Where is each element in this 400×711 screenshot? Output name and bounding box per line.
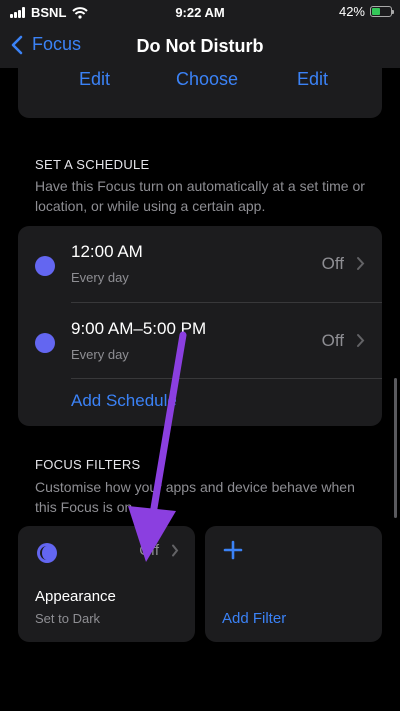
appearance-filter-card[interactable]: Off Appearance Set to Dark [18, 526, 195, 642]
battery-percent: 42% [338, 4, 365, 19]
battery-icon [370, 6, 394, 17]
content-area[interactable]: Edit Choose Edit SET A SCHEDULE Have thi… [0, 68, 400, 711]
filters-description: Customise how your apps and device behav… [35, 479, 355, 515]
appearance-title: Appearance [35, 588, 116, 605]
plus-icon [223, 540, 243, 560]
clock-icon [35, 333, 55, 353]
filters-heading: FOCUS FILTERS [35, 457, 141, 472]
schedule-time: 9:00 AM–5:00 PM [71, 319, 207, 338]
appearance-subtitle: Set to Dark [35, 611, 101, 626]
add-filter-button[interactable]: Add Filter [222, 610, 286, 627]
add-schedule-button[interactable]: Add Schedule [71, 391, 177, 411]
page-title: Do Not Disturb [136, 36, 264, 56]
schedule-time: 12:00 AM [71, 242, 143, 261]
edit-apps-button[interactable]: Edit [297, 69, 328, 90]
schedule-repeat: Every day [71, 270, 129, 285]
row-divider [71, 378, 382, 379]
choose-apps-button[interactable]: Choose [176, 69, 238, 90]
add-filter-card[interactable]: Add Filter [205, 526, 382, 642]
schedule-state: Off [321, 254, 344, 273]
schedule-state: Off [321, 331, 344, 350]
status-right: 42% [338, 4, 394, 19]
clock-icon [35, 256, 55, 276]
schedule-heading: SET A SCHEDULE [35, 157, 150, 172]
schedule-card: 12:00 AM Every day Off 9:00 AM–5:00 PM E… [18, 226, 382, 426]
chevron-right-icon [172, 544, 179, 557]
schedule-row[interactable]: 12:00 AM Every day Off [18, 226, 382, 302]
edit-people-button[interactable]: Edit [79, 69, 110, 90]
schedule-row[interactable]: 9:00 AM–5:00 PM Every day Off [18, 303, 382, 379]
allowed-notifications-card: Edit Choose Edit [18, 68, 382, 118]
chevron-right-icon [357, 257, 365, 270]
schedule-repeat: Every day [71, 347, 129, 362]
scrollbar[interactable] [394, 378, 397, 518]
appearance-state: Off [139, 542, 159, 559]
schedule-description: Have this Focus turn on automatically at… [35, 178, 365, 214]
status-bar: BSNL 9:22 AM 42% [0, 0, 400, 26]
chevron-right-icon [357, 334, 365, 347]
navigation-bar: Focus Do Not Disturb [0, 26, 400, 68]
appearance-icon [37, 543, 57, 563]
